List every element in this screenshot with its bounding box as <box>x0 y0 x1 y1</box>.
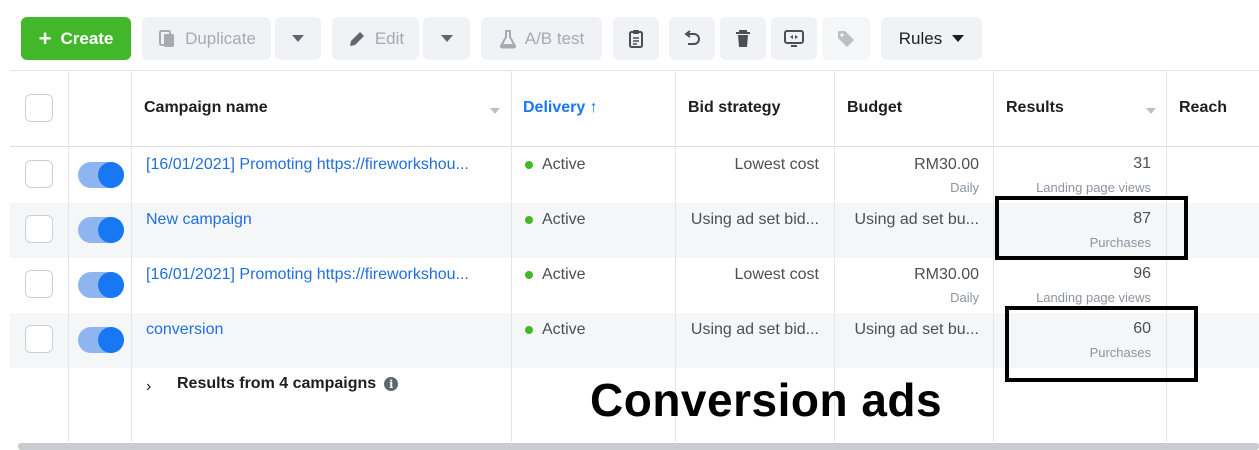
budget-value: RM30.00 <box>914 156 979 173</box>
toggle-knob <box>98 327 124 353</box>
toggle-knob <box>98 272 124 298</box>
info-icon[interactable]: i <box>384 377 399 391</box>
budget-value: RM30.00 <box>914 266 979 283</box>
budget-value: Using ad set bu... <box>854 211 979 228</box>
budget-period: Daily <box>950 290 979 305</box>
column-header-campaign-name[interactable]: Campaign name <box>144 99 268 117</box>
toolbar: + Create Duplicate Edit A/B test Rules <box>0 0 1259 72</box>
plus-icon: + <box>38 25 52 51</box>
campaign-toggle[interactable] <box>78 327 124 353</box>
duplicate-dropdown-button[interactable] <box>275 17 321 60</box>
highlight-box <box>995 196 1188 260</box>
bid-strategy-value: Using ad set bid... <box>690 211 819 228</box>
budget-period: Daily <box>950 180 979 195</box>
row-checkbox[interactable] <box>25 270 53 298</box>
create-button[interactable]: + Create <box>21 17 131 60</box>
campaign-name-link[interactable]: [16/01/2021] Promoting https://fireworks… <box>146 156 469 174</box>
table-row[interactable]: [16/01/2021] Promoting https://fireworks… <box>10 258 1259 313</box>
ab-test-label: A/B test <box>524 28 585 48</box>
edit-label: Edit <box>374 28 405 48</box>
result-type: Landing page views <box>1036 180 1151 195</box>
rules-dropdown-button[interactable]: Rules <box>881 17 982 60</box>
delivery-label: Active <box>542 211 586 228</box>
ab-test-button[interactable]: A/B test <box>481 17 602 60</box>
chevron-down-icon <box>952 35 965 42</box>
undo-button[interactable] <box>669 17 715 60</box>
row-checkbox[interactable] <box>25 325 53 353</box>
duplicate-button[interactable]: Duplicate <box>142 17 271 60</box>
horizontal-scrollbar[interactable] <box>18 443 1259 450</box>
result-value: 31 <box>1133 155 1151 172</box>
table-row[interactable]: [16/01/2021] Promoting https://fireworks… <box>10 148 1259 203</box>
duplicate-icon <box>157 29 177 49</box>
overlay-caption: Conversion ads <box>590 374 943 426</box>
campaign-toggle[interactable] <box>78 272 124 298</box>
rules-label: Rules <box>898 28 943 48</box>
result-value: 96 <box>1133 265 1151 282</box>
delete-button[interactable] <box>720 17 766 60</box>
edit-dropdown-button[interactable] <box>423 17 470 60</box>
campaign-toggle[interactable] <box>78 162 124 188</box>
campaign-name-link[interactable]: [16/01/2021] Promoting https://fireworks… <box>146 266 469 284</box>
column-header-budget[interactable]: Budget <box>847 99 902 117</box>
table-header: Campaign name Delivery ↑ Bid strategy Bu… <box>10 70 1259 147</box>
chevron-down-icon <box>292 35 304 42</box>
chevron-down-icon[interactable] <box>1146 108 1156 114</box>
duplicate-label: Duplicate <box>185 28 256 48</box>
delivery-status: Active <box>525 321 586 339</box>
result-type: Landing page views <box>1036 290 1151 305</box>
chevron-down-icon <box>440 35 453 42</box>
undo-icon <box>682 29 702 49</box>
create-label: Create <box>60 28 114 48</box>
clipboard-button[interactable] <box>613 17 659 60</box>
highlight-box <box>1005 306 1198 382</box>
results-summary[interactable]: Results from 4 campaigns i <box>177 375 399 393</box>
row-checkbox[interactable] <box>25 215 53 243</box>
campaign-name-link[interactable]: conversion <box>146 321 223 339</box>
tag-button[interactable] <box>822 17 870 60</box>
bid-strategy-value: Using ad set bid... <box>690 321 819 338</box>
tag-icon <box>836 29 856 49</box>
edit-button[interactable]: Edit <box>332 17 419 60</box>
budget-value: Using ad set bu... <box>854 321 979 338</box>
column-header-delivery[interactable]: Delivery ↑ <box>523 99 598 117</box>
clipboard-icon <box>627 29 645 49</box>
delivery-status: Active <box>525 266 586 284</box>
column-header-reach[interactable]: Reach <box>1179 99 1227 117</box>
toggle-knob <box>98 162 124 188</box>
swap-icon <box>783 29 805 49</box>
status-dot-icon <box>525 271 533 279</box>
status-dot-icon <box>525 161 533 169</box>
results-summary-label: Results from 4 campaigns <box>177 375 377 392</box>
delivery-status: Active <box>525 211 586 229</box>
status-dot-icon <box>525 326 533 334</box>
select-all-checkbox[interactable] <box>25 94 53 122</box>
column-header-results[interactable]: Results <box>1006 99 1064 117</box>
bid-strategy-value: Lowest cost <box>734 156 819 173</box>
delivery-status: Active <box>525 156 586 174</box>
toggle-knob <box>98 217 124 243</box>
trash-icon <box>734 29 752 49</box>
chevron-down-icon[interactable] <box>490 108 500 114</box>
delivery-label: Active <box>542 156 586 173</box>
bid-strategy-value: Lowest cost <box>734 266 819 283</box>
column-header-bid-strategy[interactable]: Bid strategy <box>688 99 780 117</box>
delivery-label: Active <box>542 321 586 338</box>
flask-icon <box>499 29 517 49</box>
status-dot-icon <box>525 216 533 224</box>
row-checkbox[interactable] <box>25 160 53 188</box>
delivery-label: Active <box>542 266 586 283</box>
campaign-name-link[interactable]: New campaign <box>146 211 252 229</box>
chevron-right-icon[interactable]: › <box>146 378 151 396</box>
preview-button[interactable] <box>771 17 817 60</box>
pencil-icon <box>347 29 367 49</box>
campaign-toggle[interactable] <box>78 217 124 243</box>
